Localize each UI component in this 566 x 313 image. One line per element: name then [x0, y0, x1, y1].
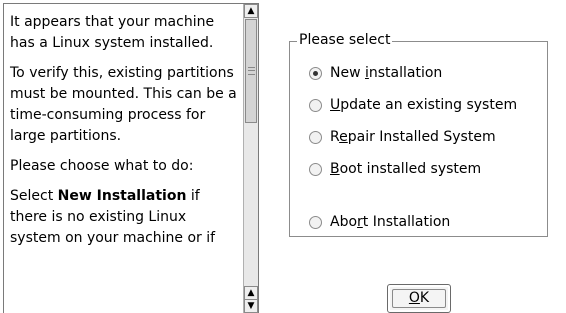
help-paragraph: Select New Installation if there is no e…: [10, 186, 240, 249]
label-text: nstallation: [368, 65, 443, 81]
help-paragraph: Please choose what to do:: [10, 158, 194, 174]
help-paragraph: It appears that your machine has a Linux…: [10, 14, 215, 51]
radio-boot-installed-system[interactable]: Boot installed system: [309, 159, 481, 179]
radio-unchecked-icon[interactable]: [309, 162, 322, 176]
scrollbar-thumb[interactable]: [245, 19, 257, 123]
mnemonic-letter: B: [330, 161, 340, 177]
scroll-up-arrow-icon[interactable]: ▲: [244, 286, 258, 300]
ok-button[interactable]: OK: [387, 284, 451, 313]
label-text: Abo: [330, 214, 358, 230]
help-pane: It appears that your machine has a Linux…: [3, 3, 259, 313]
grip-icon: [248, 67, 255, 75]
radio-update-existing-system[interactable]: Update an existing system: [309, 95, 517, 115]
radio-new-installation[interactable]: New installation: [309, 63, 442, 83]
label-text: oot installed system: [339, 161, 482, 177]
label-text: pair Installed System: [347, 129, 496, 145]
label-text: New: [330, 65, 365, 81]
help-scrollbar[interactable]: ▲ ▲ ▼: [243, 4, 258, 313]
mnemonic-letter: e: [339, 129, 348, 145]
help-text-fragment: Select: [10, 188, 58, 204]
label-text: pdate an existing system: [340, 97, 518, 113]
label-text: R: [330, 129, 340, 145]
help-bold-text: New Installation: [57, 188, 187, 204]
radio-abort-installation[interactable]: Abort Installation: [309, 212, 450, 232]
options-frame-legend: Please select: [297, 31, 393, 49]
radio-label: Repair Installed System: [330, 129, 496, 145]
radio-unchecked-icon[interactable]: [309, 215, 322, 229]
radio-label: Update an existing system: [330, 97, 517, 113]
radio-repair-installed-system[interactable]: Repair Installed System: [309, 127, 496, 147]
scroll-down-arrow-icon[interactable]: ▼: [244, 299, 258, 313]
radio-unchecked-icon[interactable]: [309, 98, 322, 112]
radio-label: New installation: [330, 65, 442, 81]
help-text: It appears that your machine has a Linux…: [4, 4, 244, 313]
installer-dialog: It appears that your machine has a Linux…: [0, 0, 566, 313]
help-paragraph: To verify this, existing partitions must…: [10, 65, 237, 144]
ok-button-focus-ring: [392, 289, 446, 308]
radio-checked-icon[interactable]: [309, 66, 322, 80]
radio-unchecked-icon[interactable]: [309, 130, 322, 144]
radio-label: Boot installed system: [330, 161, 481, 177]
scroll-up-arrow-icon[interactable]: ▲: [244, 4, 258, 18]
mnemonic-letter: U: [330, 97, 341, 113]
label-text: t Installation: [362, 214, 451, 230]
radio-label: Abort Installation: [330, 214, 450, 230]
